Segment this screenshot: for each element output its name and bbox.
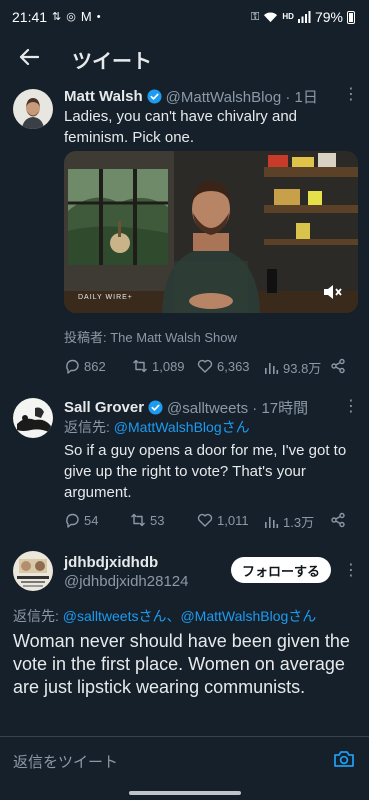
home-indicator[interactable]: [129, 791, 241, 795]
more-options-icon[interactable]: ⋮: [343, 396, 359, 416]
wifi-icon: [264, 12, 278, 23]
reply-mention[interactable]: @MattWalshBlogさん: [114, 419, 250, 435]
reply-to-line: 返信先: @MattWalshBlogさん: [64, 417, 250, 437]
views-button[interactable]: 1.3万: [263, 512, 314, 531]
tweet-actions: 54 53 1,011 1.3万: [64, 512, 354, 530]
avatar-image: [13, 551, 53, 591]
avatar-jdhbdjxidhdb[interactable]: [13, 551, 53, 591]
retweet-button[interactable]: 1,089: [132, 358, 185, 374]
verified-badge-icon: [147, 89, 162, 104]
key-icon: ⚿: [251, 11, 260, 23]
like-count: 1,011: [217, 512, 249, 528]
reply-to-prefix: 返信先:: [13, 608, 63, 624]
author-name[interactable]: Sall Grover: [64, 399, 144, 416]
reply-count: 862: [84, 358, 106, 374]
camera-icon: [334, 751, 354, 767]
reply-input[interactable]: 返信をツイート: [13, 751, 118, 772]
tweet-text: Woman never should have been given the v…: [13, 631, 350, 697]
author-handle: @MattWalshBlog · 1日: [165, 89, 318, 106]
more-options-icon[interactable]: ⋮: [343, 84, 359, 104]
share-icon: [331, 512, 345, 528]
arrow-left-icon: [19, 48, 39, 66]
tweet-video[interactable]: DAILY WIRE+: [64, 151, 358, 313]
hd-icon: HD: [282, 12, 294, 21]
verified-badge-icon: [148, 400, 163, 415]
views-button[interactable]: 93.8万: [263, 358, 321, 377]
speaker-muted-icon: [324, 285, 342, 299]
reply-button[interactable]: 54: [64, 512, 98, 528]
author-handle: @salltweets · 17時間: [167, 400, 309, 417]
tweet-actions: 862 1,089 6,363 93.8万: [64, 358, 354, 376]
retweet-count: 53: [150, 512, 165, 528]
retweet-count: 1,089: [152, 358, 185, 374]
author-handle: @jdhbdjxidh28124: [64, 573, 189, 590]
like-button[interactable]: 1,011: [197, 512, 249, 528]
avatar-matt-walsh[interactable]: [13, 89, 53, 129]
avatar-image: [13, 89, 53, 129]
status-bar: 21:41 ⇅ ◎ M • ⚿ HD 79%: [0, 0, 369, 34]
views-count: 1.3万: [283, 515, 315, 530]
posted-by[interactable]: 投稿者: The Matt Walsh Show: [64, 327, 237, 346]
heart-icon: [197, 359, 213, 373]
reply-icon: [66, 359, 79, 374]
retweet-icon: [131, 513, 145, 527]
gmail-icon: M: [80, 9, 92, 24]
views-chart-icon: [265, 516, 279, 528]
avatar-sall-grover[interactable]: [13, 398, 53, 438]
dot-icon: •: [96, 11, 101, 23]
views-chart-icon: [265, 362, 279, 374]
reply-icon: [66, 513, 79, 528]
share-button[interactable]: [330, 358, 346, 374]
signal-speed-icon: ⇅: [52, 11, 62, 23]
app-header: ツイート: [0, 36, 369, 80]
video-thumbnail: [64, 151, 358, 313]
views-count: 93.8万: [283, 361, 322, 376]
tweet-author-line: jdhbdjxidhdb: [64, 554, 158, 571]
tweet-author-line: Sall Grover @salltweets · 17時間: [64, 397, 308, 418]
reply-to-line: 返信先: @salltweetsさん、@MattWalshBlogさん: [13, 606, 316, 626]
reply-count: 54: [84, 512, 99, 528]
like-count: 6,363: [217, 358, 250, 374]
battery-icon: [347, 10, 355, 24]
author-name[interactable]: jdhbdjxidhdb: [64, 554, 158, 571]
mute-button[interactable]: [322, 283, 344, 303]
share-button[interactable]: [330, 512, 346, 528]
follow-button[interactable]: フォローする: [231, 557, 331, 583]
tweet-text: So if a guy opens a door for me, I've go…: [64, 442, 347, 501]
more-options-icon[interactable]: ⋮: [343, 560, 359, 580]
video-watermark: DAILY WIRE+: [78, 294, 133, 301]
page-title: ツイート: [72, 51, 152, 73]
reply-to-prefix: 返信先:: [64, 419, 114, 435]
author-name[interactable]: Matt Walsh: [64, 88, 143, 105]
notification-icon: ◎: [66, 11, 76, 23]
like-button[interactable]: 6,363: [197, 358, 250, 374]
battery-level: 79%: [314, 9, 343, 25]
reply-button[interactable]: 862: [64, 358, 106, 374]
status-time: 21:41: [12, 9, 48, 25]
cellular-icon: [297, 11, 311, 23]
tweet-author-line: Matt Walsh @MattWalshBlog · 1日: [64, 86, 318, 107]
avatar-image: [13, 398, 53, 438]
retweet-button[interactable]: 53: [130, 512, 164, 528]
retweet-icon: [133, 359, 147, 373]
camera-button[interactable]: [333, 749, 355, 769]
share-icon: [331, 358, 345, 374]
heart-icon: [197, 513, 213, 527]
back-button[interactable]: [14, 42, 44, 72]
reply-mention[interactable]: @salltweetsさん、@MattWalshBlogさん: [63, 608, 317, 624]
tweet-text: Ladies, you can't have chivalry and femi…: [64, 108, 298, 146]
